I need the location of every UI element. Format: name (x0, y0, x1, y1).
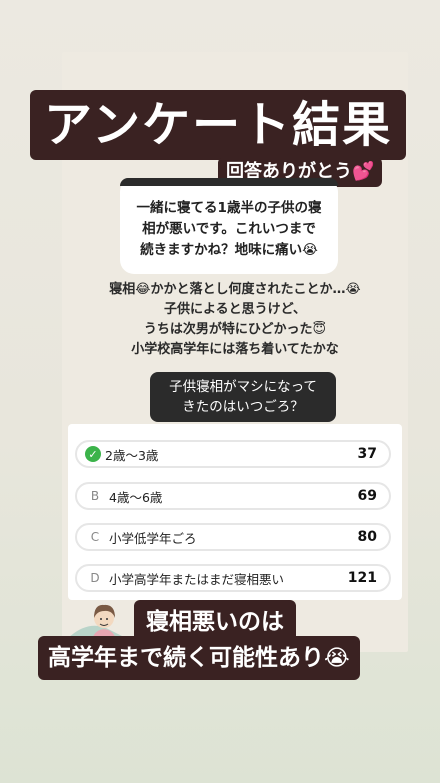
comment-text: 寝相😂かかと落とし何度されたことか…😭 子供によると思うけど、 うちは次男が特に… (62, 280, 408, 360)
poll-question: 子供寝相がマシになって きたのはいつごろ？ (150, 372, 336, 422)
comment-line: 小学校高学年には落ち着いてたかな (131, 342, 339, 357)
poll-option-label: 2歳〜3歳 (105, 447, 159, 463)
mother-child-illustration (66, 604, 130, 640)
poll-option-count: 69 (357, 488, 377, 504)
question-card: 一緒に寝てる1歳半の子供の寝 相が悪いです。これいつまで 続きますかね？地味に痛… (120, 178, 338, 274)
comment-line: 寝相😂かかと落とし何度されたことか…😭 (109, 282, 361, 297)
comment-line: うちは次男が特にひどかった😇 (143, 322, 327, 337)
question-line: 相が悪いです。これいつまで (142, 221, 316, 237)
footer-line-2: 高学年まで続く可能性あり (48, 645, 324, 671)
poll-option-label: 4歳〜6歳 (109, 489, 163, 505)
comment-line: 子供によると思うけど、 (164, 302, 306, 317)
poll-question-line: きたのはいつごろ？ (182, 399, 304, 415)
question-line: 一緒に寝てる1歳半の子供の寝 (136, 200, 322, 216)
poll-sticker: ✓ 2歳〜3歳 37 B 4歳〜6歳 69 C 小学低学年ごろ 80 D 小学高… (68, 424, 402, 600)
hearts-icon: 💕 (352, 161, 375, 182)
poll-option-b[interactable]: B 4歳〜6歳 69 (75, 482, 391, 510)
question-line: 続きますかね？地味に痛い😭 (140, 242, 318, 258)
footer-line-2-tag: 高学年まで続く可能性あり😭 (38, 636, 360, 680)
poll-option-label: 小学低学年ごろ (109, 530, 197, 546)
poll-option-letter: C (90, 530, 100, 544)
poll-question-line: 子供寝相がマシになって (169, 379, 317, 395)
poll-option-count: 37 (357, 446, 377, 462)
poll-option-count: 121 (347, 570, 377, 586)
page-title: アンケート結果 (30, 90, 407, 160)
poll-option-letter: D (90, 571, 100, 585)
poll-option-d[interactable]: D 小学高学年またはまだ寝相悪い 121 (75, 564, 391, 592)
check-icon: ✓ (85, 446, 101, 462)
poll-option-a[interactable]: ✓ 2歳〜3歳 37 (75, 440, 391, 468)
poll-option-letter: B (90, 489, 100, 503)
poll-option-label: 小学高学年またはまだ寝相悪い (109, 571, 285, 587)
crying-face-icon: 😭 (324, 646, 350, 671)
poll-option-count: 80 (357, 529, 377, 545)
poll-option-c[interactable]: C 小学低学年ごろ 80 (75, 523, 391, 551)
